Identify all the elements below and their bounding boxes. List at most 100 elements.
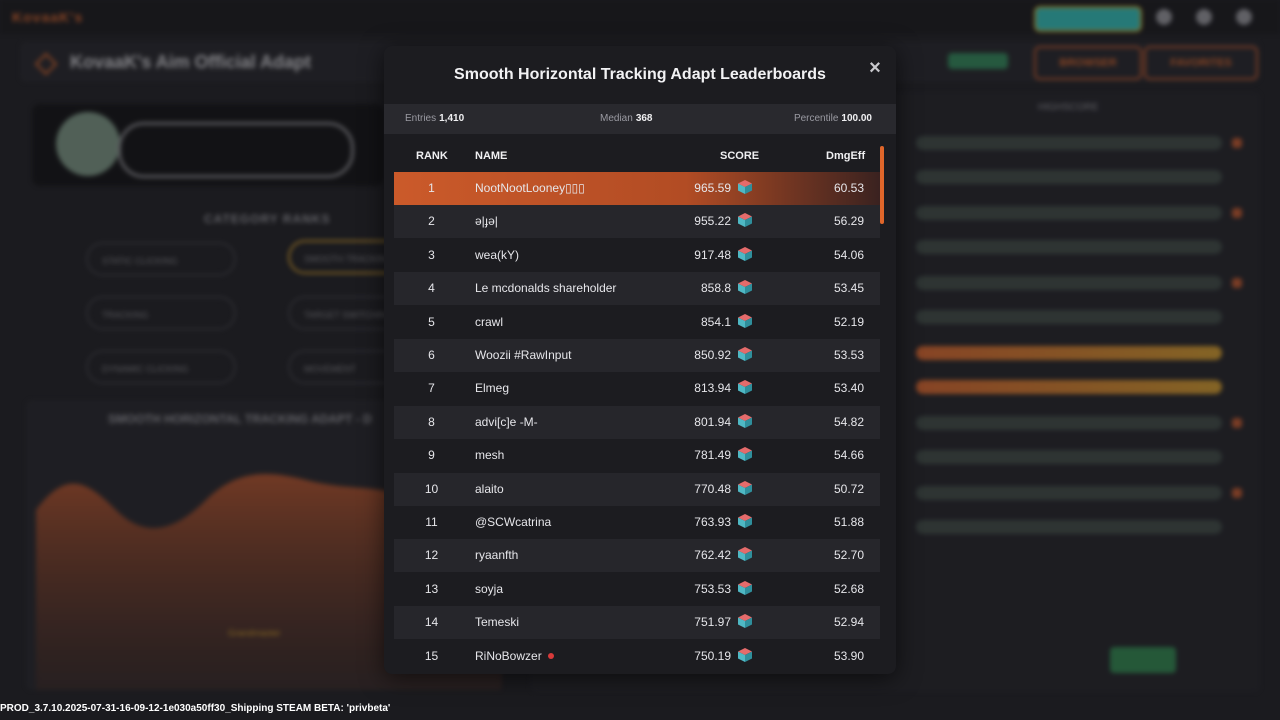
row-player-name: Temeski (475, 615, 520, 630)
rank-dot-icon (1232, 418, 1242, 428)
favorites-button[interactable]: FAVORITES (1144, 46, 1258, 80)
steam-cube-icon (737, 179, 753, 195)
profile-pill (118, 122, 354, 178)
table-row[interactable]: 12 ryaanfth 762.42 52.70 (394, 539, 880, 573)
row-dmgeff: 56.29 (833, 214, 864, 229)
steam-cube-icon (737, 546, 753, 562)
median-stat: Median 368 (600, 113, 653, 124)
row-player-name: mesh (475, 448, 505, 463)
category-ranks-title: CATEGORY RANKS (204, 212, 331, 226)
highscore-label: HIGHSCORE (1038, 102, 1099, 113)
row-rank: 5 (428, 314, 435, 329)
steam-cube-icon (737, 647, 753, 663)
table-row[interactable]: 15 RiNoBowzer 750.19 53.90 (394, 640, 880, 664)
row-score: 813.94 (694, 381, 731, 396)
row-rank: 2 (428, 214, 435, 229)
highscore-bar (916, 416, 1222, 430)
back-icon[interactable] (1196, 9, 1212, 25)
row-dmgeff: 51.88 (833, 515, 864, 529)
row-score: 753.53 (694, 581, 731, 596)
row-dmgeff: 53.90 (833, 648, 864, 663)
avatar (56, 112, 120, 176)
row-dmgeff: 52.19 (833, 314, 864, 329)
row-player-name: Woozii #RawInput (475, 348, 572, 362)
row-player-name: advi[c]e -M- (475, 414, 538, 429)
category-tracking[interactable]: TRACKING (86, 296, 236, 330)
steam-cube-icon (737, 279, 753, 295)
leaderboard-stats: Entries 1,410 Median 368 Percentile 100.00 (384, 104, 896, 134)
table-row[interactable]: 4 Le mcdonalds shareholder 858.8 53.45 (394, 272, 880, 306)
highscore-bar (916, 136, 1222, 150)
table-row[interactable]: 3 wea(kY) 917.48 54.06 (394, 239, 880, 272)
category-dynamic-clicking[interactable]: DYNAMIC CLICKING (86, 350, 236, 384)
highscore-bar (916, 520, 1222, 534)
chart-title: SMOOTH HORIZONTAL TRACKING ADAPT - D (108, 412, 372, 426)
row-rank: 10 (424, 481, 439, 496)
row-dmgeff: 54.82 (833, 414, 864, 429)
power-icon[interactable] (1236, 9, 1252, 25)
table-row[interactable]: 6 Woozii #RawInput 850.92 53.53 (394, 339, 880, 372)
row-player-name: RiNoBowzer (475, 649, 705, 663)
col-score: SCORE (720, 150, 760, 162)
row-player-name: NootNootLooney▯▯▯ (475, 181, 585, 195)
scrollbar[interactable] (880, 146, 884, 224)
row-score: 854.1 (700, 314, 731, 329)
row-score: 750.19 (694, 648, 731, 663)
browser-button[interactable]: BROWSER (1034, 46, 1142, 80)
row-dmgeff: 52.94 (833, 615, 864, 630)
row-score: 917.48 (694, 247, 731, 262)
row-rank: 14 (424, 615, 439, 630)
table-row[interactable]: 10 alaito 770.48 50.72 (394, 472, 880, 506)
row-score: 781.49 (694, 448, 731, 463)
highscore-bar (916, 276, 1222, 290)
table-row[interactable]: 9 mesh 781.49 54.66 (394, 439, 880, 472)
row-player-name: ryaanfth (475, 548, 519, 563)
table-row[interactable]: 1 NootNootLooney▯▯▯ 965.59 60.53 (394, 172, 880, 205)
promo-badge[interactable] (1034, 6, 1142, 32)
settings-icon[interactable] (1156, 9, 1172, 25)
steam-cube-icon (737, 246, 753, 262)
percentile-stat: Percentile 100.00 (793, 113, 872, 124)
row-dmgeff: 53.53 (833, 348, 864, 362)
row-score: 751.97 (694, 615, 731, 630)
category-static-clicking[interactable]: STATIC CLICKING (86, 242, 236, 276)
row-dmgeff: 60.53 (833, 181, 864, 195)
table-row[interactable]: 5 crawl 854.1 52.19 (394, 306, 880, 339)
row-score: 762.42 (694, 548, 731, 563)
steam-cube-icon (737, 212, 753, 228)
scenario-title: KovaaK's Aim Official Adapt (70, 52, 311, 72)
highscore-bar (916, 310, 1222, 324)
steam-cube-icon (737, 346, 753, 362)
steam-cube-icon (737, 580, 753, 596)
row-score: 770.48 (694, 481, 731, 496)
rank-dot-icon (1232, 278, 1242, 288)
row-rank: 15 (424, 648, 439, 663)
row-rank: 6 (428, 348, 435, 362)
highscore-bar-top (916, 380, 1222, 394)
table-row[interactable]: 7 Elmeg 813.94 53.40 (394, 372, 880, 405)
row-dmgeff: 54.66 (833, 448, 864, 463)
table-row[interactable]: 13 soyja 753.53 52.68 (394, 573, 880, 606)
highscore-bar-top (916, 346, 1222, 360)
row-score: 850.92 (694, 348, 731, 362)
table-header: RANK NAME SCORE DmgEff (394, 144, 880, 168)
row-score: 763.93 (694, 515, 731, 529)
row-score: 801.94 (694, 414, 731, 429)
play-button[interactable] (1110, 647, 1176, 673)
steam-cube-icon (737, 379, 753, 395)
rank-dot-icon (1232, 488, 1242, 498)
close-icon[interactable]: × (864, 57, 886, 79)
row-player-name: soyja (475, 581, 504, 596)
steam-cube-icon (737, 413, 753, 429)
highscore-bar (916, 486, 1222, 500)
table-row[interactable]: 11 @SCWcatrina 763.93 51.88 (394, 506, 880, 539)
table-row[interactable]: 8 advi[c]e -M- 801.94 54.82 (394, 405, 880, 439)
leaderboard-rows: 1 NootNootLooney▯▯▯ 965.59 60.53 2 ə|ɟə| 955.2… (394, 172, 880, 664)
table-row[interactable]: 14 Temeski 751.97 52.94 (394, 606, 880, 640)
leaderboard-modal: Smooth Horizontal Tracking Adapt Leaderb… (384, 46, 896, 674)
chart-caption: Grandmaster (228, 628, 281, 638)
highscore-bar (916, 206, 1222, 220)
row-player-name: wea(kY) (475, 247, 520, 262)
table-row[interactable]: 2 ə|ɟə| 955.22 56.29 (394, 205, 880, 239)
modal-title: Smooth Horizontal Tracking Adapt Leaderb… (454, 66, 826, 83)
